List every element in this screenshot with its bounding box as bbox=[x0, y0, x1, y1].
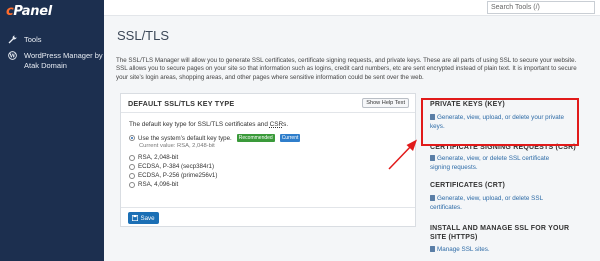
annotation-arrow bbox=[388, 139, 417, 170]
